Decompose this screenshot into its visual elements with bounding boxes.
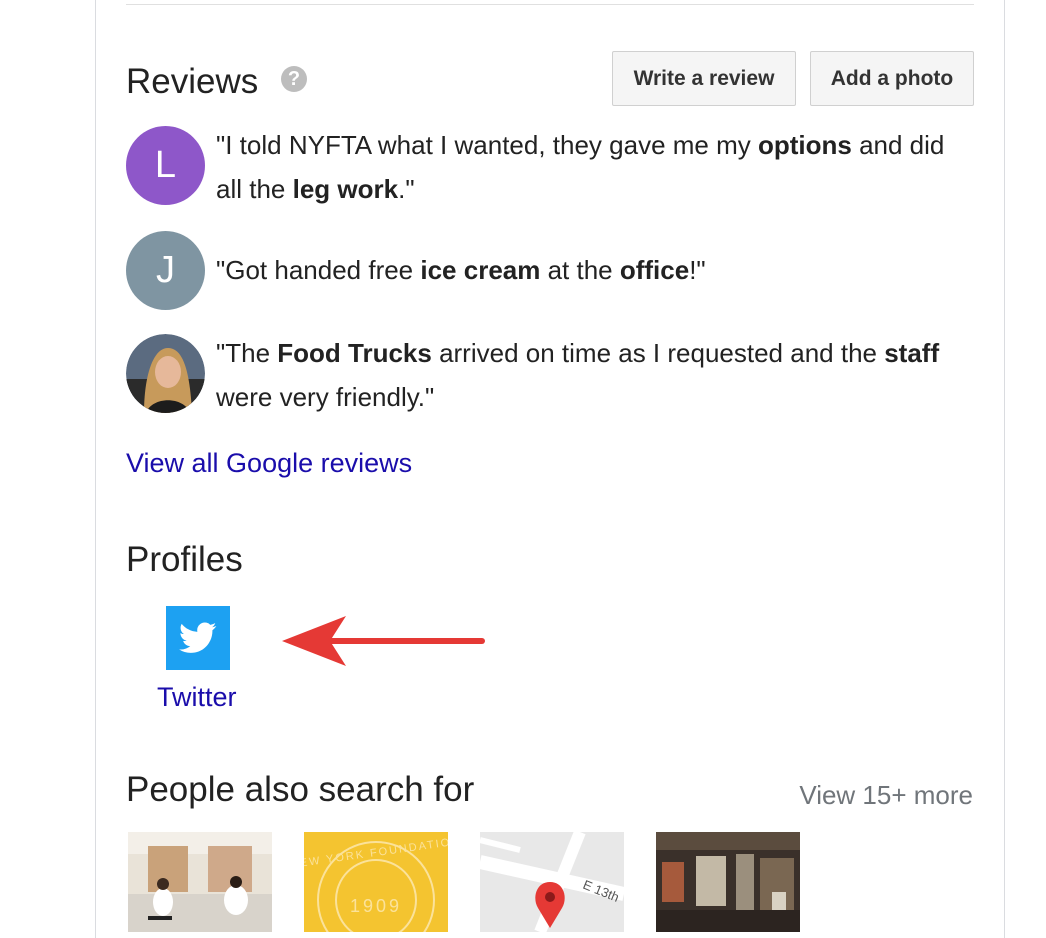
annotation-arrow [282,616,485,666]
review-snippet: "The Food Trucks arrived on time as I re… [216,338,940,412]
svg-text:1909: 1909 [350,896,402,916]
twitter-profile-link[interactable]: Twitter [157,682,237,713]
map-thumbnail[interactable]: E 13th [480,832,624,932]
reviews-title: Reviews [126,62,259,101]
twitter-bird-icon [179,622,217,653]
new-york-foundation-logo[interactable]: NEW YORK FOUNDATION 1909 [304,832,448,932]
view-more-link[interactable]: View 15+ more [799,780,973,811]
people-also-search-title: People also search for [126,770,475,809]
avatar-photo [126,334,205,413]
twitter-profile-button[interactable] [166,606,230,670]
store-interior-photo[interactable] [656,832,800,932]
profiles-title: Profiles [126,540,243,579]
add-photo-button[interactable]: Add a photo [810,51,974,106]
studio-photo[interactable] [128,832,272,932]
help-circle-icon[interactable]: ? [281,66,307,92]
view-all-reviews-link[interactable]: View all Google reviews [126,448,412,479]
avatar: L [126,126,205,205]
review-snippet: "Got handed free ice cream at the office… [216,255,706,285]
write-review-button[interactable]: Write a review [612,51,796,106]
review-snippet: "I told NYFTA what I wanted, they gave m… [216,130,945,204]
section-divider [126,4,974,5]
avatar: J [126,231,205,310]
